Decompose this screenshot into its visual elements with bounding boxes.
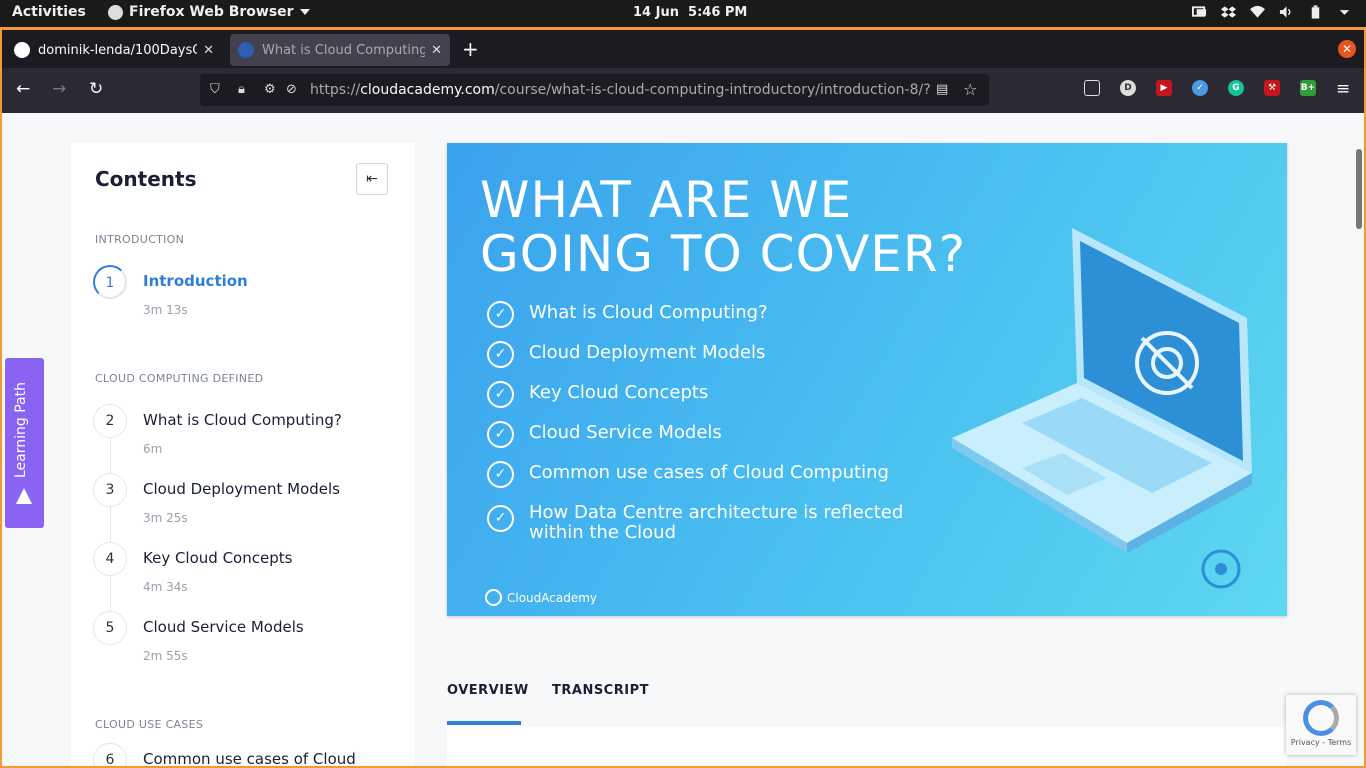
tab-transcript[interactable]: TRANSCRIPT [552, 683, 649, 698]
close-tab-icon[interactable]: ✕ [203, 43, 214, 58]
extension-check-icon[interactable]: ✓ [1192, 80, 1208, 96]
back-arrow-icon[interactable]: ← [16, 79, 30, 99]
app-menu[interactable]: Firefox Web Browser [108, 4, 310, 20]
contents-heading: Contents [95, 167, 197, 191]
app-menu-label: Firefox Web Browser [129, 4, 294, 20]
section-label-introduction: INTRODUCTION [95, 233, 185, 246]
tab-overview[interactable]: OVERVIEW [447, 683, 529, 698]
screen-share-icon [1192, 6, 1207, 17]
collapse-arrow-icon: ⇤ [366, 171, 378, 187]
permissions-icon[interactable]: ⚙ [264, 82, 276, 97]
active-tab-indicator [447, 721, 521, 725]
recaptcha-badge[interactable]: Privacy - Terms [1286, 695, 1356, 755]
close-tab-icon[interactable]: ✕ [431, 43, 442, 58]
video-slide[interactable]: WHAT ARE WE GOING TO COVER? ✓ What is Clo… [447, 143, 1287, 616]
lesson-number: 3 [93, 473, 127, 507]
course-contents-sidebar: Contents ⇤ INTRODUCTION 1 Introduction 3… [71, 143, 415, 766]
extension-video-icon[interactable]: ▶ [1156, 80, 1172, 96]
grammarly-icon[interactable]: G [1228, 80, 1244, 96]
bookmark-star-icon[interactable]: ☆ [963, 80, 977, 99]
system-clock[interactable]: 14 Jun 5:46 PM [633, 5, 747, 20]
cloud-academy-watermark-icon [1201, 549, 1241, 589]
cloud-academy-logo-icon [485, 589, 502, 606]
extension-wand-icon[interactable]: ⚒ [1264, 80, 1280, 96]
check-circle-icon: ✓ [487, 341, 514, 368]
lesson-title[interactable]: Cloud Service Models [143, 618, 304, 636]
page-scrollbar[interactable] [1356, 149, 1362, 229]
tab-title: dominik-lenda/100DaysOfCl [38, 42, 197, 58]
check-circle-icon: ✓ [487, 381, 514, 408]
tab-github[interactable]: dominik-lenda/100DaysOfCl ✕ [6, 34, 222, 66]
lesson-title[interactable]: Common use cases of Cloud [143, 750, 356, 766]
laptop-illustration [952, 228, 1252, 553]
slide-heading: WHAT ARE WE GOING TO COVER? [480, 171, 967, 283]
lock-icon[interactable]: 🔒︎ [238, 82, 245, 97]
lesson-title[interactable]: Key Cloud Concepts [143, 549, 292, 567]
url-text[interactable]: https://cloudacademy.com/course/what-is-… [310, 82, 930, 98]
recaptcha-links[interactable]: Privacy - Terms [1286, 738, 1356, 747]
battery-icon [1311, 5, 1320, 19]
tab-bar: dominik-lenda/100DaysOfCl ✕ What is Clou… [2, 30, 1364, 68]
lesson-number: 1 [93, 265, 127, 299]
lesson-connector-line [110, 438, 111, 618]
extension-d-icon[interactable]: D [1120, 80, 1136, 96]
wifi-icon [1250, 5, 1265, 18]
section-label-cloud-use-cases: CLOUD USE CASES [95, 718, 204, 731]
lesson-number: 6 [93, 743, 127, 766]
check-circle-icon: ✓ [487, 421, 514, 448]
reader-view-icon[interactable]: ▤ [936, 82, 948, 97]
cloud-academy-favicon-icon [238, 42, 254, 58]
browser-window: dominik-lenda/100DaysOfCl ✕ What is Clou… [0, 27, 1366, 768]
lesson-duration: 4m 34s [143, 580, 188, 594]
lesson-duration: 6m [143, 442, 163, 456]
tab-title: What is Cloud Computing? C [262, 42, 425, 58]
check-circle-icon: ✓ [487, 505, 514, 532]
close-window-button[interactable]: ✕ [1338, 40, 1356, 58]
tracking-off-icon[interactable]: ⊘ [286, 82, 297, 97]
section-label-cloud-computing-defined: CLOUD COMPUTING DEFINED [95, 372, 264, 385]
forward-arrow-icon[interactable]: → [52, 79, 66, 99]
lesson-number: 4 [93, 542, 127, 576]
reload-icon[interactable]: ↻ [89, 79, 103, 99]
lesson-tabs: OVERVIEW TRANSCRIPT [447, 673, 1287, 766]
navigation-toolbar: ← → ↻ ⛉ 🔒︎ ⚙ ⊘ https://cloudacademy.com/… [2, 68, 1364, 113]
page-content: Contents ⇤ INTRODUCTION 1 Introduction 3… [2, 113, 1364, 766]
activities-button[interactable]: Activities [12, 4, 86, 20]
lesson-number: 5 [93, 611, 127, 645]
check-circle-icon: ✓ [487, 461, 514, 488]
pocket-icon[interactable] [1084, 80, 1100, 96]
address-bar[interactable]: ⛉ 🔒︎ ⚙ ⊘ https://cloudacademy.com/course… [200, 74, 989, 106]
lesson-duration: 3m 13s [143, 303, 188, 317]
dropbox-icon [1221, 6, 1236, 18]
system-tray[interactable] [1192, 5, 1352, 19]
lesson-duration: 2m 55s [143, 649, 188, 663]
learning-path-label: Learning Path [13, 382, 29, 478]
learning-path-tab[interactable]: Learning Path [5, 358, 44, 528]
lesson-title[interactable]: Introduction [143, 272, 248, 290]
volume-icon [1279, 6, 1291, 18]
lesson-duration: 3m 25s [143, 511, 188, 525]
hamburger-menu-icon[interactable]: ≡ [1336, 79, 1350, 99]
shield-icon[interactable]: ⛉ [210, 82, 220, 97]
extension-b-plus-icon[interactable]: B+ [1300, 80, 1316, 96]
github-icon [14, 42, 30, 58]
power-menu-caret-icon [1339, 10, 1350, 15]
new-tab-button[interactable]: + [462, 37, 479, 61]
tab-cloud-academy[interactable]: What is Cloud Computing? C ✕ [230, 34, 450, 66]
check-circle-icon: ✓ [487, 301, 514, 328]
cloud-academy-brand: CloudAcademy [485, 589, 597, 606]
system-top-bar: Activities Firefox Web Browser 14 Jun 5:… [0, 0, 1366, 27]
firefox-icon [108, 4, 123, 20]
collapse-sidebar-button[interactable]: ⇤ [356, 163, 388, 195]
caret-down-icon [299, 9, 310, 15]
lesson-title[interactable]: What is Cloud Computing? [143, 411, 342, 429]
lesson-title[interactable]: Cloud Deployment Models [143, 480, 340, 498]
recaptcha-icon [1303, 700, 1339, 736]
overview-panel [447, 727, 1287, 766]
navigation-arrow-icon [16, 488, 32, 504]
lesson-number: 2 [93, 404, 127, 438]
